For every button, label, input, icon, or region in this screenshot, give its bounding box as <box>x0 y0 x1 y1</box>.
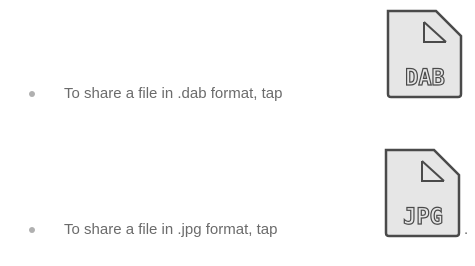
dab-icon-label: DAB <box>405 66 445 91</box>
dab-file-icon[interactable]: DAB <box>384 8 464 100</box>
trailing-period: . <box>464 221 469 238</box>
bullet <box>29 227 35 233</box>
jpg-file-icon[interactable]: JPG <box>382 147 462 239</box>
jpg-icon-label: JPG <box>403 205 443 230</box>
item-text-dab: To share a file in .dab format, tap <box>64 85 283 102</box>
bullet <box>29 91 35 97</box>
item-text-jpg: To share a file in .jpg format, tap <box>64 221 278 238</box>
